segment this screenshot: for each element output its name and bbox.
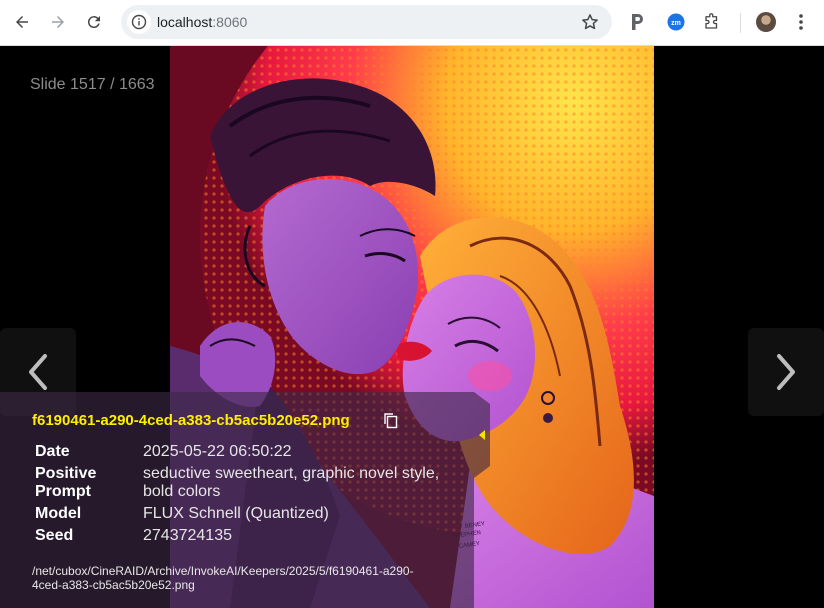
url-text[interactable]: localhost:8060 <box>157 14 247 30</box>
site-info-icon <box>131 14 147 30</box>
metadata-key: Seed <box>35 527 74 544</box>
p-extension-button[interactable] <box>626 11 648 33</box>
back-button[interactable] <box>8 8 36 36</box>
chevron-left-icon <box>29 354 47 390</box>
metadata-key: Model <box>35 505 82 522</box>
browser-toolbar: localhost:8060 zm <box>0 0 824 46</box>
metadata-key: Positive Prompt <box>35 465 97 500</box>
metadata-value: seductive sweetheart, graphic novel styl… <box>143 465 440 500</box>
site-info-button[interactable] <box>127 10 151 34</box>
puzzle-icon <box>705 13 718 29</box>
zm-extension-icon: zm <box>667 13 685 31</box>
chrome-menu-button[interactable] <box>790 11 812 33</box>
star-icon[interactable] <box>580 12 600 32</box>
reload-button[interactable] <box>80 8 108 36</box>
address-bar[interactable]: localhost:8060 <box>121 5 612 39</box>
url-host: localhost <box>157 14 213 30</box>
metadata-panel-toggle[interactable] <box>474 392 490 478</box>
kebab-menu-icon <box>799 14 803 30</box>
chevron-right-icon <box>777 354 795 390</box>
file-path: /net/cubox/CineRAID/Archive/InvokeAI/Kee… <box>32 564 414 592</box>
p-extension-icon <box>632 14 643 30</box>
svg-text:zm: zm <box>671 20 681 27</box>
slide-counter: Slide 1517 / 1663 <box>30 76 155 93</box>
metadata-value: 2743724135 <box>143 527 232 544</box>
next-slide-button[interactable] <box>748 328 824 416</box>
metadata-value: FLUX Schnell (Quantized) <box>143 505 329 522</box>
back-icon <box>16 16 28 28</box>
file-name: f6190461-a290-4ced-a383-cb5ac5b20e52.png <box>32 412 350 429</box>
metadata-key: Date <box>35 443 70 460</box>
extensions-button[interactable] <box>701 11 723 33</box>
slideshow-viewer: BENEY STEPHEN CAMEY Slide 1517 / 1663 f6… <box>0 46 824 608</box>
reload-icon <box>87 16 100 29</box>
collapse-triangle-icon <box>479 430 485 440</box>
profile-avatar[interactable] <box>756 12 776 32</box>
toolbar-divider <box>740 13 741 33</box>
zm-extension-button[interactable]: zm <box>665 11 687 33</box>
url-port: :8060 <box>212 14 248 30</box>
forward-button[interactable] <box>44 8 72 36</box>
copy-icon[interactable] <box>383 412 399 430</box>
metadata-value: 2025-05-22 06:50:22 <box>143 443 292 460</box>
forward-icon <box>52 16 64 28</box>
